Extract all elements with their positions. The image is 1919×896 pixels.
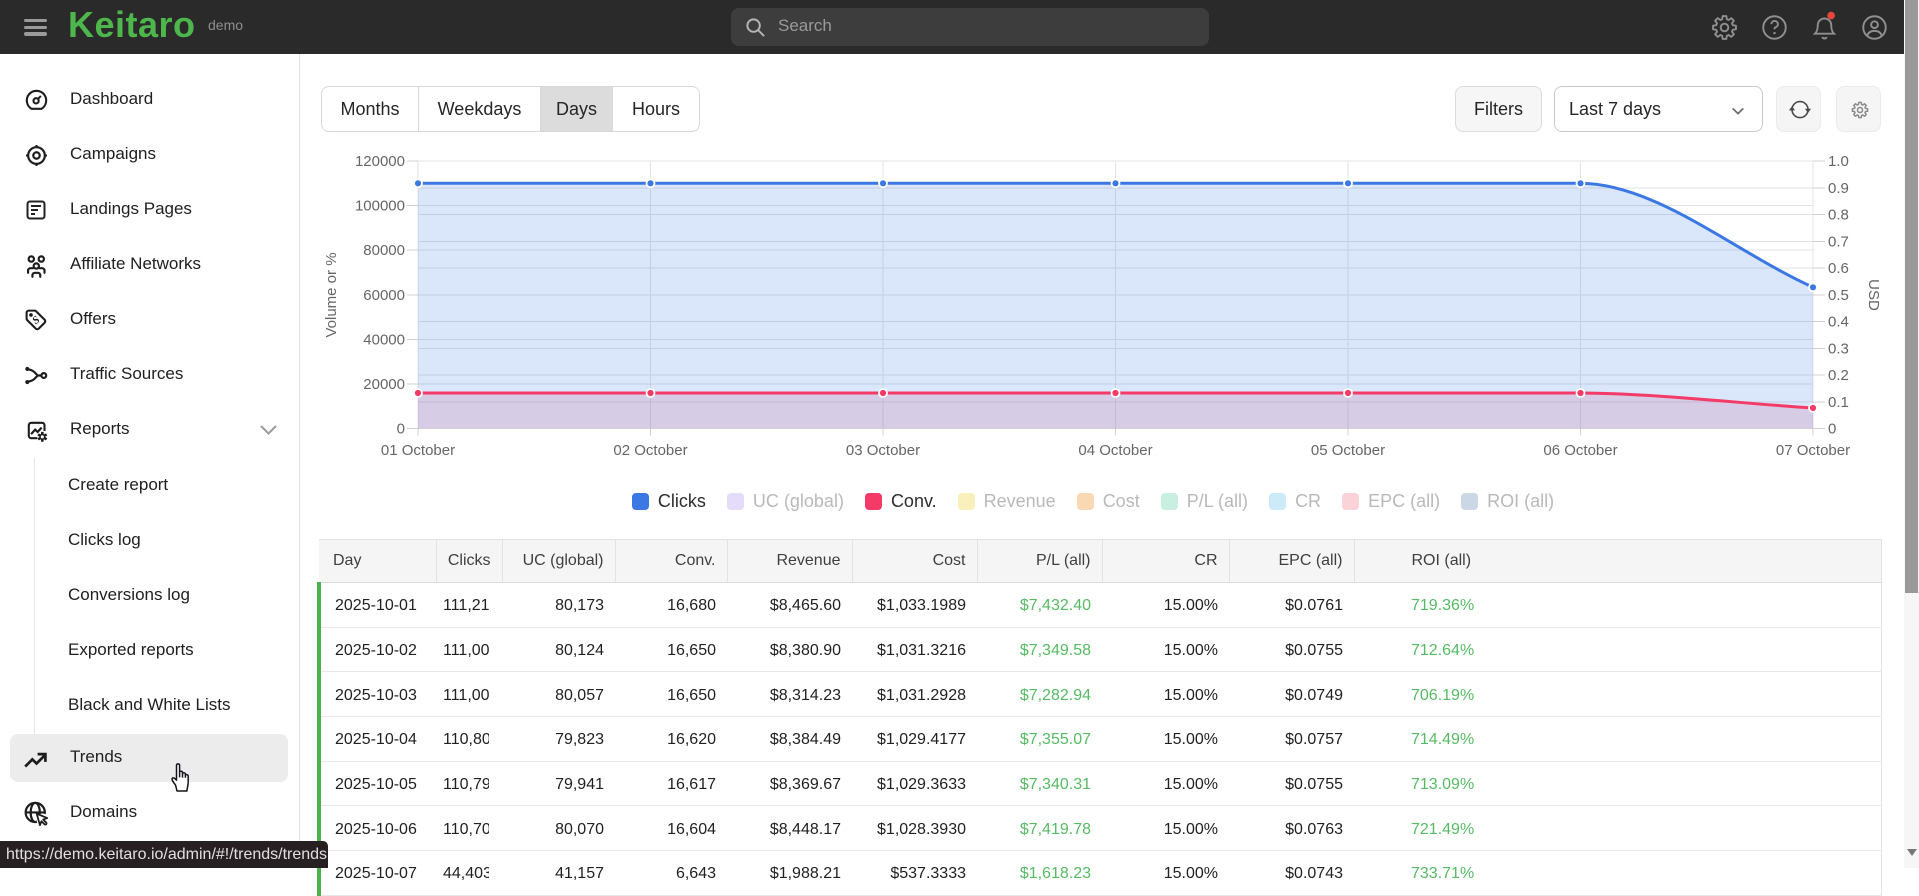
svg-text:20000: 20000 — [363, 376, 405, 393]
svg-text:USD: USD — [1865, 279, 1882, 311]
svg-text:0.4: 0.4 — [1828, 314, 1849, 331]
svg-text:06 October: 06 October — [1543, 442, 1617, 459]
svg-text:02 October: 02 October — [613, 442, 687, 459]
svg-text:01 October: 01 October — [381, 442, 455, 459]
svg-text:80000: 80000 — [363, 242, 405, 259]
svg-text:0.9: 0.9 — [1828, 180, 1849, 197]
svg-text:0.7: 0.7 — [1828, 233, 1849, 250]
svg-text:05 October: 05 October — [1311, 442, 1385, 459]
svg-text:Volume or %: Volume or % — [323, 252, 340, 337]
svg-text:03 October: 03 October — [846, 442, 920, 459]
svg-text:0.5: 0.5 — [1828, 287, 1849, 304]
svg-text:0.8: 0.8 — [1828, 207, 1849, 224]
svg-text:0: 0 — [1828, 421, 1836, 438]
svg-text:07 October: 07 October — [1776, 442, 1850, 459]
svg-text:0: 0 — [397, 421, 405, 438]
svg-text:04 October: 04 October — [1078, 442, 1152, 459]
svg-text:40000: 40000 — [363, 331, 405, 348]
svg-text:0.1: 0.1 — [1828, 394, 1849, 411]
svg-text:60000: 60000 — [363, 287, 405, 304]
svg-text:1.0: 1.0 — [1828, 153, 1849, 170]
svg-text:120000: 120000 — [355, 153, 405, 170]
svg-text:0.6: 0.6 — [1828, 260, 1849, 277]
svg-text:0.2: 0.2 — [1828, 367, 1849, 384]
svg-text:0.3: 0.3 — [1828, 340, 1849, 357]
svg-text:100000: 100000 — [355, 198, 405, 215]
